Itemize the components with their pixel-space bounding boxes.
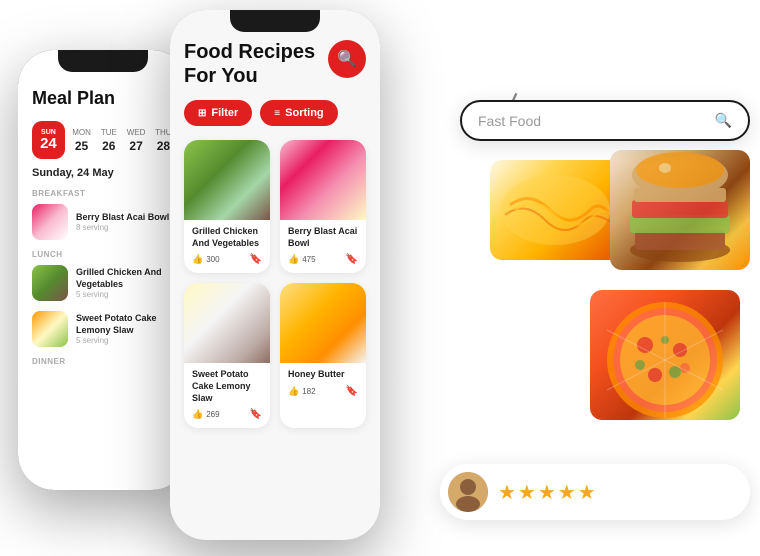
cal-wed-date: 27 [129, 139, 142, 153]
meal-serving-cake: 5 serving [76, 336, 174, 345]
cal-thu-date: 28 [157, 139, 170, 153]
like-icon-0: 👍 [192, 254, 203, 265]
like-row-1: 👍 475 [288, 254, 316, 265]
cal-tue-date: 26 [102, 139, 115, 153]
review-bar: ★★★★★ [440, 464, 750, 520]
dinner-section: DINNER [32, 357, 174, 366]
search-circle-button[interactable]: 🔍 [328, 40, 366, 78]
cal-mon-date: 25 [75, 139, 88, 153]
meal-name-acai: Berry Blast Acai Bowl [76, 212, 174, 224]
lunch-section: LUNCH [32, 250, 174, 259]
recipe-meta-3: 👍 182 🔖 [288, 386, 358, 397]
recipe-img-3 [280, 283, 366, 363]
notch-center [230, 10, 320, 32]
like-count-0: 300 [206, 255, 219, 264]
cal-tue-label: TUE [101, 128, 117, 137]
noodles-image [490, 160, 620, 260]
meal-plan-phone: Meal Plan SUN 24 MON 25 TUE 26 WED 27 [18, 50, 188, 490]
recipes-title: Food Recipes For You [184, 40, 315, 88]
like-icon-1: 👍 [288, 254, 299, 265]
bookmark-icon-0[interactable]: 🔖 [250, 254, 262, 265]
today-date: 24 [40, 136, 57, 151]
recipe-card-0[interactable]: Grilled Chicken And Vegetables 👍 300 🔖 [184, 140, 270, 273]
meal-item-chicken: Grilled Chicken And Vegetables 5 serving [32, 265, 174, 301]
notch-left [58, 50, 148, 72]
recipe-name-2: Sweet Potato Cake Lemony Slaw [192, 369, 262, 404]
like-count-1: 475 [302, 255, 315, 264]
bookmark-icon-2[interactable]: 🔖 [250, 409, 262, 420]
recipes-header: Food Recipes For You 🔍 [184, 40, 366, 88]
search-bar-float[interactable]: Fast Food 🔍 [460, 100, 750, 141]
recipe-card-2[interactable]: Sweet Potato Cake Lemony Slaw 👍 269 🔖 [184, 283, 270, 428]
like-row-2: 👍 269 [192, 409, 220, 420]
sort-icon: ≡ [274, 108, 280, 119]
recipe-name-3: Honey Butter [288, 369, 358, 381]
breakfast-section: BREAKFAST [32, 189, 174, 198]
cal-mon: MON 25 [71, 128, 92, 153]
recipe-img-2 [184, 283, 270, 363]
like-row-3: 👍 182 [288, 386, 316, 397]
like-icon-2: 👍 [192, 409, 203, 420]
meal-info-chicken: Grilled Chicken And Vegetables 5 serving [76, 267, 174, 299]
cal-wed: WED 27 [125, 128, 146, 153]
meal-thumb-cake [32, 311, 68, 347]
sort-button[interactable]: ≡ Sorting [260, 100, 337, 126]
star-rating: ★★★★★ [498, 480, 598, 505]
search-placeholder-text: Fast Food [478, 113, 541, 129]
meal-thumb-acai [32, 204, 68, 240]
recipe-meta-2: 👍 269 🔖 [192, 409, 262, 420]
meal-name-cake: Sweet Potato Cake Lemony Slaw [76, 313, 174, 336]
search-icon-right: 🔍 [715, 112, 732, 129]
recipe-img-0 [184, 140, 270, 220]
calendar-row: SUN 24 MON 25 TUE 26 WED 27 THU 28 [32, 121, 174, 159]
meal-serving-acai: 8 serving [76, 223, 174, 232]
filter-icon: ⊞ [198, 108, 206, 119]
cal-wed-label: WED [127, 128, 146, 137]
meal-item-cake: Sweet Potato Cake Lemony Slaw 5 serving [32, 311, 174, 347]
meal-name-chicken: Grilled Chicken And Vegetables [76, 267, 174, 290]
right-panel: ↙ Fast Food 🔍 [470, 30, 750, 530]
meal-item-acai: Berry Blast Acai Bowl 8 serving [32, 204, 174, 240]
recipe-card-1[interactable]: Berry Blast Acai Bowl 👍 475 🔖 [280, 140, 366, 273]
recipe-grid: Grilled Chicken And Vegetables 👍 300 🔖 [184, 140, 366, 428]
date-label: Sunday, 24 May [32, 167, 174, 179]
meal-info-acai: Berry Blast Acai Bowl 8 serving [76, 212, 174, 233]
recipe-meta-0: 👍 300 🔖 [192, 254, 262, 265]
meal-plan-title: Meal Plan [32, 88, 174, 109]
pizza-image [590, 290, 740, 420]
recipe-name-1: Berry Blast Acai Bowl [288, 226, 358, 249]
bookmark-icon-3[interactable]: 🔖 [346, 386, 358, 397]
meal-info-cake: Sweet Potato Cake Lemony Slaw 5 serving [76, 313, 174, 345]
bookmark-icon-1[interactable]: 🔖 [346, 254, 358, 265]
burger-image [610, 150, 750, 270]
recipe-meta-1: 👍 475 🔖 [288, 254, 358, 265]
recipe-name-0: Grilled Chicken And Vegetables [192, 226, 262, 249]
cal-tue: TUE 26 [98, 128, 119, 153]
meal-serving-chicken: 5 serving [76, 290, 174, 299]
filter-sort-row: ⊞ Filter ≡ Sorting [184, 100, 366, 126]
reviewer-avatar [448, 472, 488, 512]
calendar-today: SUN 24 [32, 121, 65, 159]
recipes-phone: Food Recipes For You 🔍 ⊞ Filter ≡ Sortin… [170, 10, 380, 540]
recipe-card-3[interactable]: Honey Butter 👍 182 🔖 [280, 283, 366, 428]
like-count-3: 182 [302, 387, 315, 396]
search-icon: 🔍 [337, 49, 357, 69]
like-count-2: 269 [206, 410, 219, 419]
like-icon-3: 👍 [288, 386, 299, 397]
meal-thumb-chicken [32, 265, 68, 301]
like-row-0: 👍 300 [192, 254, 220, 265]
filter-button[interactable]: ⊞ Filter [184, 100, 252, 126]
food-collage [490, 150, 750, 430]
cal-mon-label: MON [72, 128, 91, 137]
recipe-img-1 [280, 140, 366, 220]
